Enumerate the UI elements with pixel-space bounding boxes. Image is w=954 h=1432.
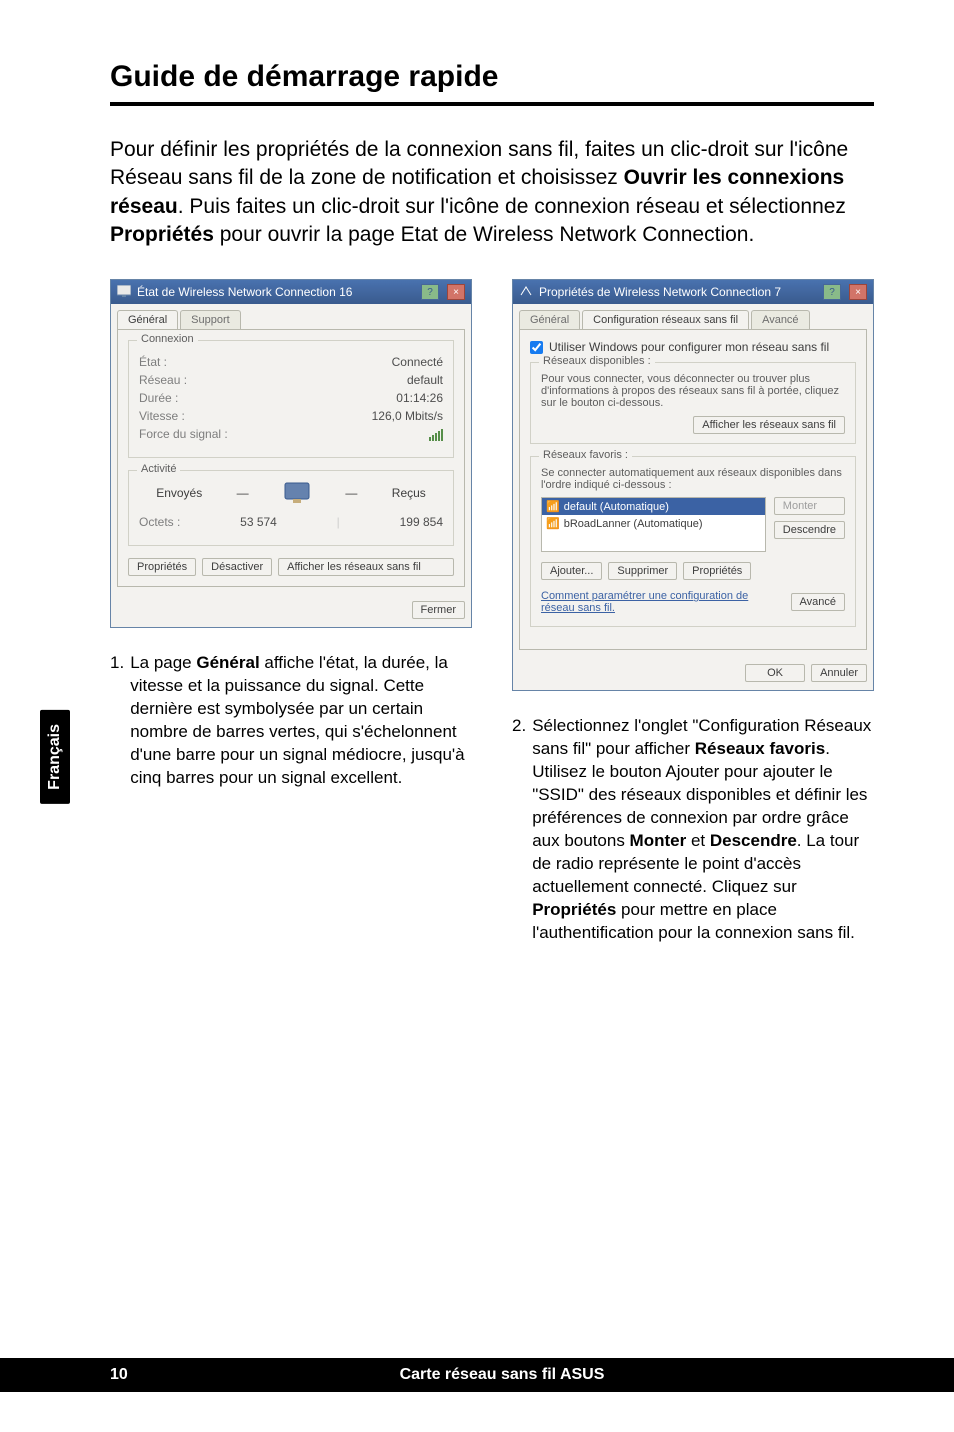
tab-avance[interactable]: Avancé bbox=[751, 310, 810, 329]
supprimer-button[interactable]: Supprimer bbox=[608, 562, 677, 580]
etat-label: État : bbox=[139, 355, 167, 369]
duree-label: Durée : bbox=[139, 391, 178, 405]
reseau-value: default bbox=[407, 373, 443, 387]
page-number: 10 bbox=[110, 1366, 170, 1384]
status-dialog: État de Wireless Network Connection 16 ?… bbox=[110, 279, 472, 628]
envoyes-label: Envoyés bbox=[156, 486, 202, 500]
step-2-number: 2. bbox=[512, 715, 526, 944]
step-1-bold: Général bbox=[196, 653, 259, 672]
step-2-bold-4: Propriétés bbox=[532, 900, 616, 919]
properties-dialog-titlebar: Propriétés de Wireless Network Connectio… bbox=[513, 280, 873, 304]
step-2-text: Sélectionnez l'onglet "Configuration Rés… bbox=[532, 715, 874, 944]
desactiver-button[interactable]: Désactiver bbox=[202, 558, 272, 576]
step-2-bold-3: Descendre bbox=[710, 831, 797, 850]
tab-general[interactable]: Général bbox=[117, 310, 178, 329]
page-footer: 10 Carte réseau sans fil ASUS bbox=[0, 1358, 954, 1392]
vitesse-value: 126,0 Mbits/s bbox=[372, 409, 443, 423]
network-icon bbox=[117, 285, 131, 300]
intro-text-3: pour ouvrir la page Etat de Wireless Net… bbox=[214, 223, 754, 246]
status-dialog-titlebar: État de Wireless Network Connection 16 ?… bbox=[111, 280, 471, 304]
help-icon[interactable]: ? bbox=[823, 284, 841, 300]
step-2-bold-1: Réseaux favoris bbox=[695, 739, 825, 758]
octets-label: Octets : bbox=[139, 515, 180, 529]
descendre-button[interactable]: Descendre bbox=[774, 521, 845, 539]
step-1-b: affiche l'état, la durée, la vitesse et … bbox=[130, 653, 464, 787]
properties-dialog: Propriétés de Wireless Network Connectio… bbox=[512, 279, 874, 691]
intro-text-2: . Puis faites un clic-droit sur l'icône … bbox=[178, 195, 846, 218]
reseau-label: Réseau : bbox=[139, 373, 187, 387]
group-disponibles-text: Pour vous connecter, vous déconnecter ou… bbox=[541, 373, 845, 409]
group-favoris-legend: Réseaux favoris : bbox=[539, 449, 632, 461]
activity-monitor-icon bbox=[283, 481, 311, 505]
duree-value: 01:14:26 bbox=[396, 391, 443, 405]
list-item[interactable]: 📶 default (Automatique) bbox=[542, 498, 765, 515]
monter-button[interactable]: Monter bbox=[774, 497, 845, 515]
step-2-bold-2: Monter bbox=[630, 831, 687, 850]
intro-bold-2: Propriétés bbox=[110, 223, 214, 246]
recus-label: Reçus bbox=[392, 486, 426, 500]
close-icon[interactable]: × bbox=[849, 284, 867, 300]
use-windows-checkbox[interactable] bbox=[530, 341, 543, 354]
list-item-label: bRoadLanner (Automatique) bbox=[564, 518, 703, 530]
group-favoris-text: Se connecter automatiquement aux réseaux… bbox=[541, 467, 845, 491]
annuler-button[interactable]: Annuler bbox=[811, 664, 867, 682]
tab-support[interactable]: Support bbox=[180, 310, 241, 329]
antenna-icon: 📶 bbox=[546, 517, 560, 530]
favoris-list[interactable]: 📶 default (Automatique) 📶 bRoadLanner (A… bbox=[541, 497, 766, 552]
ok-button[interactable]: OK bbox=[745, 664, 805, 682]
fermer-button[interactable]: Fermer bbox=[412, 601, 465, 619]
footer-title: Carte réseau sans fil ASUS bbox=[170, 1366, 954, 1384]
avance-button[interactable]: Avancé bbox=[791, 593, 846, 611]
connection-icon bbox=[519, 285, 533, 300]
signal-bars-icon bbox=[429, 427, 443, 441]
group-disponibles-legend: Réseaux disponibles : bbox=[539, 355, 655, 367]
step-1-a: La page bbox=[130, 653, 196, 672]
antenna-icon: 📶 bbox=[546, 500, 560, 513]
etat-value: Connecté bbox=[392, 355, 443, 369]
heading-rule bbox=[110, 102, 874, 106]
step-1-number: 1. bbox=[110, 652, 124, 790]
intro-paragraph: Pour définir les propriétés de la connex… bbox=[110, 136, 874, 249]
use-windows-label: Utiliser Windows pour configurer mon rés… bbox=[549, 340, 829, 354]
recus-value: 199 854 bbox=[400, 515, 443, 529]
status-dialog-title: État de Wireless Network Connection 16 bbox=[137, 285, 413, 299]
list-item[interactable]: 📶 bRoadLanner (Automatique) bbox=[542, 515, 765, 532]
list-item-label: default (Automatique) bbox=[564, 501, 669, 513]
ajouter-button[interactable]: Ajouter... bbox=[541, 562, 602, 580]
vitesse-label: Vitesse : bbox=[139, 409, 185, 423]
page-heading: Guide de démarrage rapide bbox=[110, 60, 874, 94]
close-icon[interactable]: × bbox=[447, 284, 465, 300]
force-label: Force du signal : bbox=[139, 427, 228, 441]
language-side-tab: Français bbox=[40, 710, 70, 804]
tab-config-reseaux[interactable]: Configuration réseaux sans fil bbox=[582, 310, 749, 329]
use-windows-checkbox-row[interactable]: Utiliser Windows pour configurer mon rés… bbox=[530, 340, 856, 354]
afficher-reseaux-button[interactable]: Afficher les réseaux sans fil bbox=[278, 558, 454, 576]
group-activite-legend: Activité bbox=[137, 463, 180, 475]
tab-general-2[interactable]: Général bbox=[519, 310, 580, 329]
step-1-text: La page Général affiche l'état, la durée… bbox=[130, 652, 472, 790]
help-icon[interactable]: ? bbox=[421, 284, 439, 300]
group-connexion-legend: Connexion bbox=[137, 333, 198, 345]
step-2-c: et bbox=[686, 831, 710, 850]
afficher-reseaux-button-2[interactable]: Afficher les réseaux sans fil bbox=[693, 416, 845, 434]
properties-dialog-title: Propriétés de Wireless Network Connectio… bbox=[539, 285, 815, 299]
proprietes-button-2[interactable]: Propriétés bbox=[683, 562, 751, 580]
proprietes-button[interactable]: Propriétés bbox=[128, 558, 196, 576]
envoyes-value: 53 574 bbox=[240, 515, 277, 529]
advanced-config-link[interactable]: Comment paramétrer une configuration de … bbox=[541, 590, 781, 614]
